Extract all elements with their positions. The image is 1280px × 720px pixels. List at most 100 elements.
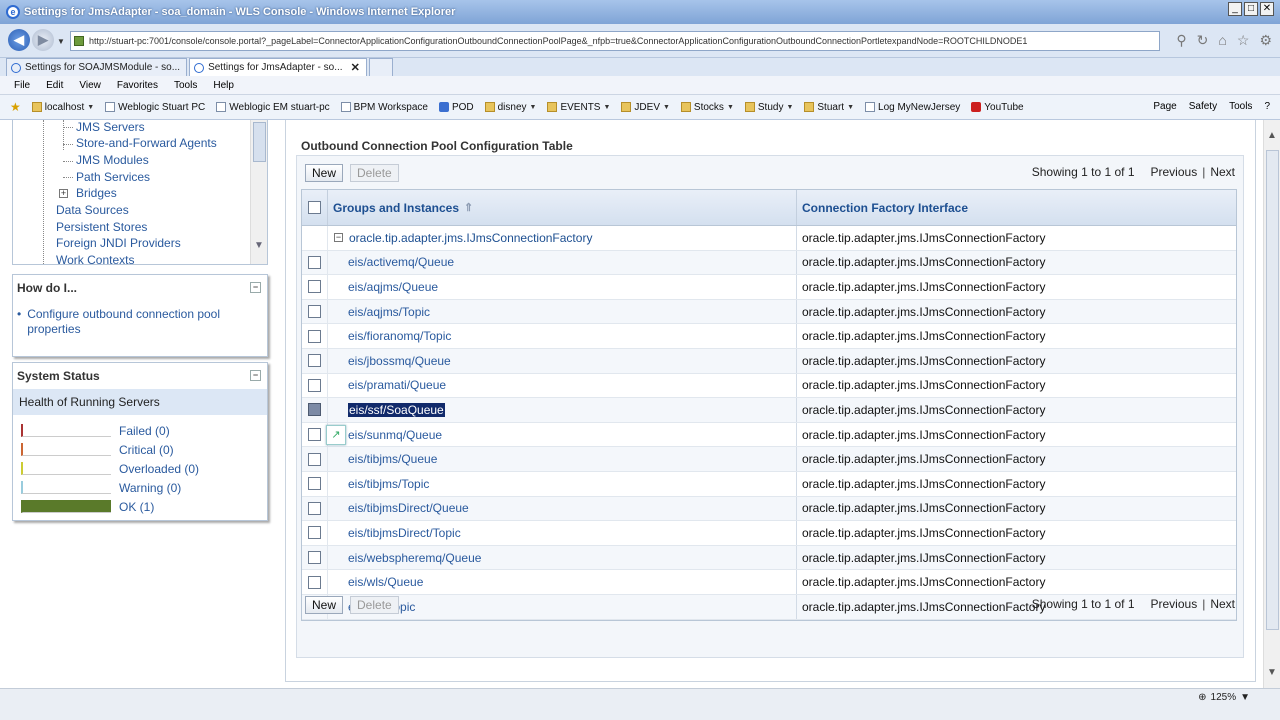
new-button[interactable]: New xyxy=(305,164,344,182)
scrollbar-thumb[interactable] xyxy=(1266,150,1279,630)
fav-bpm-workspace[interactable]: BPM Workspace xyxy=(340,102,428,113)
fav-localhost[interactable]: localhost ▼ xyxy=(31,102,94,113)
pager-next-link[interactable]: Next xyxy=(1210,597,1235,611)
close-window-icon[interactable]: ✕ xyxy=(1260,2,1274,16)
row-checkbox[interactable] xyxy=(308,378,321,392)
fav-jdev[interactable]: JDEV ▼ xyxy=(621,102,670,113)
row-checkbox[interactable] xyxy=(308,255,321,269)
favorites-star-button[interactable]: ★ xyxy=(10,100,21,114)
home-icon[interactable]: ⌂ xyxy=(1218,32,1226,49)
new-tab-button[interactable] xyxy=(368,58,393,76)
tree-item-path-services[interactable]: Path Services xyxy=(76,170,150,184)
tools-menu[interactable]: Tools xyxy=(1229,101,1252,112)
health-label[interactable]: Failed (0) xyxy=(119,424,170,438)
favorites-star-icon[interactable]: ☆ xyxy=(1237,32,1250,49)
instance-link[interactable]: eis/aqjms/Topic xyxy=(348,305,430,319)
delete-button[interactable]: Delete xyxy=(350,596,399,614)
tree-item-store-and-forward-agents[interactable]: Store-and-Forward Agents xyxy=(76,136,217,150)
column-header-factory[interactable]: Connection Factory Interface xyxy=(797,190,1236,225)
fav-pod[interactable]: POD xyxy=(438,102,474,113)
chevron-down-icon[interactable]: ▼ xyxy=(1267,667,1277,678)
instance-link[interactable]: eis/activemq/Queue xyxy=(348,255,454,269)
new-button[interactable]: New xyxy=(305,596,344,614)
fav-log-mynewjersey[interactable]: Log MyNewJersey xyxy=(865,102,960,113)
row-checkbox[interactable] xyxy=(308,428,321,442)
row-checkbox[interactable] xyxy=(308,329,321,343)
pager-previous-link[interactable]: Previous xyxy=(1151,597,1198,611)
instance-link[interactable]: eis/tibjmsDirect/Topic xyxy=(348,526,461,540)
select-all-checkbox[interactable] xyxy=(308,201,321,214)
fav-disney[interactable]: disney ▼ xyxy=(484,102,536,113)
minimize-icon[interactable]: _ xyxy=(1228,2,1242,16)
health-label[interactable]: OK (1) xyxy=(119,500,154,514)
pager-previous-link[interactable]: Previous xyxy=(1151,165,1198,179)
sort-ascending-icon[interactable]: ⇑ xyxy=(464,201,473,214)
menu-edit[interactable]: Edit xyxy=(46,80,63,91)
instance-link[interactable]: eis/ssf/SoaQueue xyxy=(348,402,445,417)
tree-item-jms-modules[interactable]: JMS Modules xyxy=(76,153,149,167)
row-checkbox[interactable] xyxy=(308,501,321,515)
row-checkbox[interactable] xyxy=(308,526,321,540)
menu-view[interactable]: View xyxy=(79,80,101,91)
configure-pool-link[interactable]: Configure outbound connection pool prope… xyxy=(27,307,263,337)
row-checkbox[interactable] xyxy=(308,354,321,368)
history-dropdown-icon[interactable]: ▼ xyxy=(57,37,65,46)
instance-link[interactable]: eis/pramati/Queue xyxy=(348,378,446,392)
tree-item-bridges[interactable]: Bridges xyxy=(76,186,117,200)
menu-favorites[interactable]: Favorites xyxy=(117,80,158,91)
tab-jmsadapter[interactable]: Settings for JmsAdapter - so... ✕ xyxy=(189,58,367,76)
fav-weblogic-em[interactable]: Weblogic EM stuart-pc xyxy=(216,102,330,113)
tree-item-jms-servers[interactable]: JMS Servers xyxy=(76,120,145,134)
row-checkbox[interactable] xyxy=(308,551,321,565)
instance-link[interactable]: eis/tibjmsDirect/Queue xyxy=(348,501,469,515)
expand-icon[interactable]: + xyxy=(59,189,68,198)
fav-study[interactable]: Study ▼ xyxy=(744,102,793,113)
tree-item-data-sources[interactable]: Data Sources xyxy=(56,203,129,217)
tree-item-persistent-stores[interactable]: Persistent Stores xyxy=(56,220,147,234)
delete-button[interactable]: Delete xyxy=(350,164,399,182)
close-tab-icon[interactable]: ✕ xyxy=(351,61,360,74)
instance-link[interactable]: eis/fioranomq/Topic xyxy=(348,329,451,343)
instance-link[interactable]: eis/wls/Queue xyxy=(348,575,423,589)
chevron-down-icon[interactable]: ▼ xyxy=(254,240,264,251)
column-header-groups[interactable]: Groups and Instances ⇑ xyxy=(328,190,797,225)
page-scrollbar[interactable]: ▲ ▼ xyxy=(1263,120,1280,688)
health-label[interactable]: Overloaded (0) xyxy=(119,462,199,476)
row-checkbox[interactable] xyxy=(308,477,321,491)
fav-stuart[interactable]: Stuart ▼ xyxy=(804,102,854,113)
collapse-icon[interactable]: − xyxy=(334,233,343,243)
refresh-icon[interactable]: ↻ xyxy=(1197,32,1209,49)
instance-link[interactable]: eis/webspheremq/Queue xyxy=(348,551,481,565)
pager-next-link[interactable]: Next xyxy=(1210,165,1235,179)
instance-link[interactable]: eis/tibjms/Queue xyxy=(348,452,437,466)
zoom-control[interactable]: ⊕ 125% ▼ xyxy=(1198,692,1250,703)
menu-file[interactable]: File xyxy=(14,80,30,91)
tree-item-work-contexts[interactable]: Work Contexts xyxy=(56,253,134,264)
health-label[interactable]: Critical (0) xyxy=(119,443,174,457)
back-button[interactable]: ◀ xyxy=(8,29,30,51)
chevron-up-icon[interactable]: ▲ xyxy=(1267,130,1277,141)
row-checkbox[interactable] xyxy=(308,575,321,589)
maximize-icon[interactable]: □ xyxy=(1244,2,1258,16)
settings-gear-icon[interactable]: ⚙ xyxy=(1259,32,1272,49)
menu-help[interactable]: Help xyxy=(213,80,234,91)
minimize-panel-icon[interactable]: − xyxy=(250,370,261,381)
scrollbar-thumb[interactable] xyxy=(253,122,266,162)
forward-button[interactable]: ▶ xyxy=(32,29,54,51)
health-label[interactable]: Warning (0) xyxy=(119,481,181,495)
fav-weblogic-stuart-pc[interactable]: Weblogic Stuart PC xyxy=(105,102,205,113)
address-bar[interactable]: http://stuart-pc:7001/console/console.po… xyxy=(70,31,1160,51)
page-menu[interactable]: Page xyxy=(1153,101,1176,112)
group-name[interactable]: oracle.tip.adapter.jms.IJmsConnectionFac… xyxy=(349,231,592,245)
minimize-panel-icon[interactable]: − xyxy=(250,282,261,293)
menu-tools[interactable]: Tools xyxy=(174,80,197,91)
instance-link[interactable]: eis/jbossmq/Queue xyxy=(348,354,451,368)
instance-link[interactable]: eis/tibjms/Topic xyxy=(348,477,429,491)
row-checkbox[interactable] xyxy=(308,452,321,466)
instance-link[interactable]: eis/sunmq/Queue xyxy=(348,428,442,442)
fav-events[interactable]: EVENTS ▼ xyxy=(547,102,610,113)
help-icon[interactable]: ? xyxy=(1264,101,1270,112)
row-checkbox[interactable] xyxy=(308,280,321,294)
tab-soajmsmodule[interactable]: Settings for SOAJMSModule - so... xyxy=(6,58,188,76)
fav-youtube[interactable]: YouTube xyxy=(971,102,1024,113)
